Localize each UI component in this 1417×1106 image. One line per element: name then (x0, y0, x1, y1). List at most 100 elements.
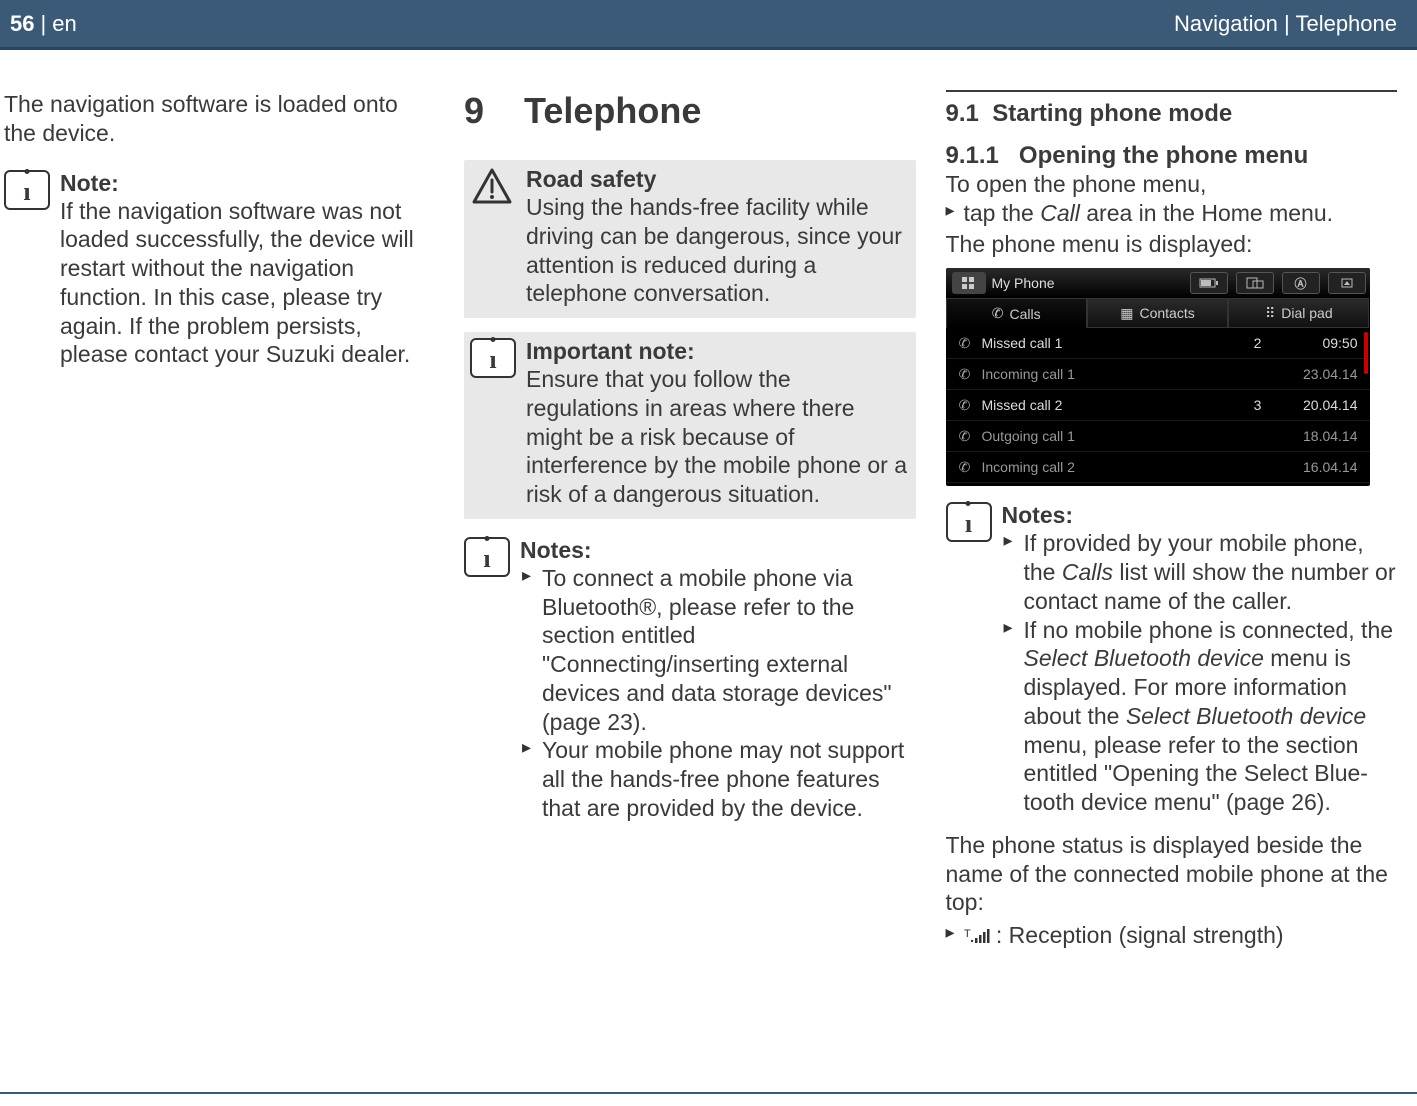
subsection-heading: 9.1.1 Opening the phone menu (946, 142, 1398, 170)
notes2-text: Notes: If provided by your mobile phone,… (1002, 502, 1398, 817)
phone-call-row[interactable]: ✆ Missed call 2320.04.14 (946, 390, 1370, 421)
phone-scrollbar[interactable] (1364, 332, 1368, 374)
page-header: 56 | en Navigation | Telephone (0, 0, 1417, 50)
notes-callout: ı Notes: To connect a mobile phone via B… (464, 537, 916, 823)
phone-tabs: ✆ Calls ▦ Contacts ⠿ Dial pad (946, 298, 1370, 328)
notes-list: To connect a mobile phone via Bluetooth®… (520, 564, 916, 823)
call-row-time: 09:50 (1278, 335, 1358, 351)
displayed-line: The phone menu is displayed: (946, 230, 1398, 259)
notes2-item: If no mobile phone is connected, the Sel… (1024, 616, 1398, 817)
call-row-label: Missed call 2 (982, 397, 1238, 413)
info-icon: ı (464, 537, 510, 577)
chapter-heading: 9 Telephone (464, 90, 916, 132)
notes2-list: If provided by your mobile phone, the Ca… (1002, 529, 1398, 817)
call-type-icon: ✆ (954, 397, 976, 414)
note-text: Note: If the navigation software was not… (60, 170, 434, 370)
page-number: 56 (10, 11, 34, 37)
call-row-count: 3 (1238, 397, 1278, 413)
note-callout: ı Note: If the navigation software was n… (4, 170, 434, 370)
info-icon: ı (470, 338, 516, 378)
page: 56 | en Navigation | Telephone The navig… (0, 0, 1417, 1106)
road-safety-title: Road safety (526, 166, 908, 193)
info-icon: ı (4, 170, 50, 210)
road-safety-body: Using the hands-free facility while driv… (526, 193, 908, 308)
section-divider (946, 90, 1398, 92)
phone-icon: ✆ (992, 305, 1004, 322)
notes-item: To connect a mobile phone via Bluetooth®… (542, 564, 916, 737)
contacts-icon: ▦ (1120, 305, 1133, 322)
content-columns: The navigation software is loaded onto t… (0, 50, 1417, 973)
notes2-callout: ı Notes: If provided by your mobile phon… (946, 502, 1398, 817)
reception-item: T : Reception (signal strength) (964, 921, 1398, 951)
note-body: If the navigation software was not loade… (60, 197, 434, 370)
dialpad-icon: ⠿ (1265, 305, 1275, 322)
call-row-label: Incoming call 1 (982, 366, 1238, 382)
important-note-title: Important note: (526, 338, 908, 365)
tap-step: tap the Call area in the Home menu. (964, 199, 1398, 228)
notes2-item: If provided by your mobile phone, the Ca… (1024, 529, 1398, 615)
phone-screenshot: My Phone Ⓐ ✆ Calls (946, 268, 1370, 486)
tab-contacts-label: Contacts (1139, 305, 1194, 321)
notes2-item2-suffix: menu, please refer to the section entitl… (1024, 732, 1368, 816)
phone-titlebar: My Phone Ⓐ (946, 268, 1370, 298)
note-title: Note: (60, 170, 434, 197)
chapter-number: 9 (464, 90, 514, 132)
header-language: en (52, 11, 76, 37)
info-icon-cell: ı (464, 537, 510, 823)
call-row-time: 20.04.14 (1278, 397, 1358, 413)
intro-text: The navigation software is loaded onto t… (4, 90, 434, 148)
phone-call-row[interactable]: ✆Outgoing call 118.04.14 (946, 421, 1370, 452)
notes2-item2-prefix: If no mobile phone is connected, the (1024, 617, 1394, 643)
tab-contacts[interactable]: ▦ Contacts (1087, 298, 1228, 328)
call-row-label: Outgoing call 1 (982, 428, 1238, 444)
tab-dialpad-label: Dial pad (1281, 305, 1332, 321)
battery-icon (1190, 272, 1228, 294)
road-safety-callout: Road safety Using the hands-free facilit… (464, 160, 916, 318)
call-row-time: 16.04.14 (1278, 459, 1358, 475)
section-heading: 9.1 Starting phone mode (946, 100, 1398, 128)
info-icon-cell: ı (4, 170, 50, 370)
notes-item: Your mobile phone may not support all th… (542, 736, 916, 822)
reception-label: : Reception (signal strength) (990, 922, 1284, 948)
notes-text: Notes: To connect a mobile phone via Blu… (520, 537, 916, 823)
column-right: 9.1 Starting phone mode 9.1.1 Opening th… (946, 90, 1398, 953)
footer-divider (0, 1092, 1417, 1094)
tap-step-list: tap the Call area in the Home menu. (946, 199, 1398, 228)
call-row-time: 23.04.14 (1278, 366, 1358, 382)
circle-a-icon[interactable]: Ⓐ (1282, 272, 1320, 294)
info-icon-cell: ı (470, 338, 516, 509)
header-left: 56 | en (10, 11, 77, 37)
section-title: Starting phone mode (992, 100, 1232, 127)
phone-call-row[interactable]: ✆ Incoming call 1 23.04.14 (946, 359, 1370, 390)
tap-area-name: Call (1040, 200, 1080, 226)
warning-icon-cell (470, 166, 516, 308)
header-separator: | (34, 11, 52, 37)
info-icon: ı (946, 502, 992, 542)
eject-icon[interactable] (1328, 272, 1366, 294)
info-icon-cell: ı (946, 502, 992, 817)
call-type-icon: ✆ (954, 335, 976, 352)
phone-title: My Phone (992, 275, 1186, 291)
notes-title: Notes: (520, 537, 916, 564)
status-icon-list: T : Reception (signal strength) (946, 921, 1398, 951)
road-safety-text: Road safety Using the hands-free facilit… (526, 166, 908, 308)
notes2-item2-ital2: Select Bluetooth device (1126, 703, 1366, 729)
phone-home-icon[interactable] (952, 272, 986, 294)
call-type-icon: ✆ (954, 366, 976, 383)
split-icon[interactable] (1236, 272, 1274, 294)
svg-text:T: T (964, 928, 971, 940)
important-note-text: Important note: Ensure that you follow t… (526, 338, 908, 509)
open-line: To open the phone menu, (946, 170, 1398, 199)
call-type-icon: ✆ (954, 459, 976, 476)
phone-call-row[interactable]: ✆Missed call 1209:50 (946, 328, 1370, 359)
chapter-title: Telephone (524, 90, 701, 131)
breadcrumb: Navigation | Telephone (1174, 11, 1397, 37)
call-row-time: 18.04.14 (1278, 428, 1358, 444)
subsection-title: Opening the phone menu (1019, 142, 1308, 169)
warning-icon (470, 166, 514, 206)
tab-calls-label: Calls (1009, 306, 1040, 322)
tab-dialpad[interactable]: ⠿ Dial pad (1228, 298, 1369, 328)
tab-calls[interactable]: ✆ Calls (946, 298, 1087, 328)
notes2-title: Notes: (1002, 502, 1398, 529)
phone-call-row[interactable]: ✆Incoming call 216.04.14 (946, 452, 1370, 483)
